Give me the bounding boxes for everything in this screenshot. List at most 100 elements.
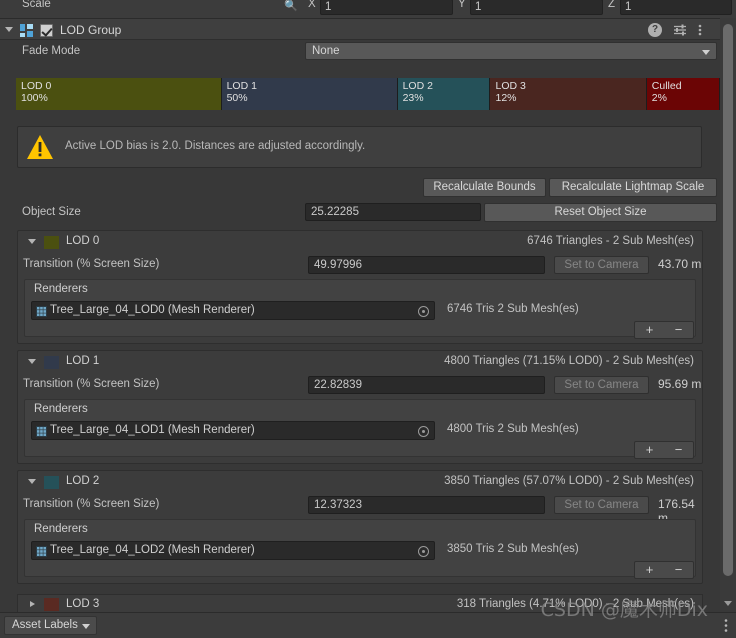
fade-mode-dropdown[interactable]: None (305, 42, 717, 60)
lod-bar-segment-name: LOD 0 (21, 80, 52, 92)
preset-sliders-icon[interactable] (673, 23, 687, 37)
lod-block-header[interactable]: LOD 2 3850 Triangles (57.07% LOD0) - 2 Su… (18, 471, 702, 493)
remove-renderer-button[interactable]: − (664, 322, 693, 338)
fade-mode-value: None (312, 45, 340, 57)
reset-object-size-button[interactable]: Reset Object Size (484, 203, 717, 222)
help-icon[interactable]: ? (648, 23, 662, 37)
chevron-down-icon (81, 624, 90, 629)
remove-renderer-button[interactable]: − (664, 442, 693, 458)
add-renderer-button[interactable]: + (635, 562, 664, 578)
component-title: LOD Group (60, 23, 122, 37)
lod-bar-segment-4[interactable]: Culled 2% (646, 78, 720, 110)
renderer-row: Tree_Large_04_LOD1 (Mesh Renderer) 4800 T… (31, 421, 691, 441)
lod-block-header[interactable]: LOD 0 6746 Triangles - 2 Sub Mesh(es) (18, 231, 702, 253)
renderers-label: Renderers (34, 403, 88, 415)
scroll-down-icon[interactable] (724, 601, 732, 606)
renderer-row: Tree_Large_04_LOD2 (Mesh Renderer) 3850 T… (31, 541, 691, 561)
scale-label: Scale (22, 0, 51, 10)
lod-block-header[interactable]: LOD 1 4800 Triangles (71.15% LOD0) - 2 Su… (18, 351, 702, 373)
lod-bar-segment-name: Culled (651, 80, 682, 92)
set-to-camera-button[interactable]: Set to Camera (554, 256, 649, 274)
set-to-camera-button[interactable]: Set to Camera (554, 376, 649, 394)
renderer-object-field[interactable]: Tree_Large_04_LOD1 (Mesh Renderer) (31, 421, 435, 440)
add-remove-renderer-controls[interactable]: + − (634, 561, 694, 579)
renderer-meta: 6746 Tris 2 Sub Mesh(es) (447, 303, 579, 315)
remove-renderer-button[interactable]: − (664, 562, 693, 578)
lod-bar-segment-name: LOD 1 (226, 80, 257, 92)
mesh-renderer-icon (36, 306, 47, 317)
transition-input[interactable]: 12.37323 (308, 496, 545, 514)
transition-input[interactable]: 49.97996 (308, 256, 545, 274)
chevron-down-icon[interactable] (5, 27, 13, 32)
renderers-label: Renderers (34, 523, 88, 535)
chevron-down-icon (702, 50, 710, 55)
lod-block-0: LOD 0 6746 Triangles - 2 Sub Mesh(es) Tran… (17, 230, 703, 344)
transition-label: Transition (% Screen Size) (23, 378, 160, 390)
lod-color-swatch (44, 236, 59, 249)
lod-color-swatch (44, 598, 59, 611)
fade-mode-label: Fade Mode (22, 45, 81, 57)
set-to-camera-button[interactable]: Set to Camera (554, 496, 649, 514)
lod-distribution-bar[interactable]: LOD 0 100% LOD 1 50% LOD 2 23% LOD 3 12% Culled 2… (16, 78, 720, 110)
transition-label: Transition (% Screen Size) (23, 498, 160, 510)
lod-color-swatch (44, 476, 59, 489)
object-size-input[interactable]: 25.22285 (305, 203, 481, 221)
renderer-object-field[interactable]: Tree_Large_04_LOD0 (Mesh Renderer) (31, 301, 435, 320)
renderer-object-field[interactable]: Tree_Large_04_LOD2 (Mesh Renderer) (31, 541, 435, 560)
chevron-down-icon[interactable] (28, 359, 36, 364)
kebab-menu-icon[interactable] (698, 23, 712, 37)
lod-group-body: Fade Mode None LOD 0 100% LOD 1 50% LOD 2 23%… (0, 40, 720, 610)
watermark: CSDN @魔木师Dix (540, 599, 708, 621)
component-enabled-checkbox[interactable] (40, 24, 53, 37)
add-renderer-button[interactable]: + (635, 442, 664, 458)
magnifier-icon[interactable]: 🔍 (284, 0, 298, 12)
lod-color-swatch (44, 356, 59, 369)
chevron-down-icon[interactable] (28, 479, 36, 484)
object-picker-icon[interactable] (418, 306, 429, 317)
inspector-window: Scale 🔍 X 1 Y 1 Z 1 LOD Group ? Fade Mod… (0, 0, 736, 638)
scale-row: Scale 🔍 X 1 Y 1 Z 1 (0, 0, 736, 18)
renderer-name: Tree_Large_04_LOD2 (Mesh Renderer) (50, 544, 255, 556)
vertical-scrollbar[interactable] (720, 18, 736, 610)
lod-bar-segment-percent: 100% (21, 92, 48, 104)
renderers-label: Renderers (34, 283, 88, 295)
warning-triangle-icon (26, 134, 54, 160)
lod-3-name: LOD 3 (66, 598, 100, 610)
asset-labels-button[interactable]: Asset Labels (4, 616, 97, 635)
lod-name: LOD 1 (66, 355, 100, 367)
add-renderer-button[interactable]: + (635, 322, 664, 338)
scale-y-label: Y (458, 0, 466, 10)
transition-input[interactable]: 22.82839 (308, 376, 545, 394)
kebab-menu-icon[interactable] (724, 618, 728, 636)
renderer-row: Tree_Large_04_LOD0 (Mesh Renderer) 6746 T… (31, 301, 691, 321)
lod-bar-segment-percent: 50% (226, 92, 248, 104)
lod-bar-segment-0[interactable]: LOD 0 100% (16, 78, 222, 110)
scrollbar-thumb[interactable] (723, 24, 733, 576)
lod-group-component-header[interactable]: LOD Group ? (0, 18, 736, 40)
scale-z-input[interactable]: 1 (620, 0, 732, 15)
lod-bar-segment-name: LOD 2 (402, 80, 433, 92)
object-picker-icon[interactable] (418, 546, 429, 557)
add-remove-renderer-controls[interactable]: + − (634, 441, 694, 459)
header-icon-group: ? (648, 23, 712, 37)
lod-distance: 43.70 m (658, 257, 702, 271)
lod-stats: 4800 Triangles (71.15% LOD0) - 2 Sub Mes… (444, 355, 694, 367)
object-size-label: Object Size (22, 206, 81, 218)
scale-x-input[interactable]: 1 (320, 0, 453, 15)
chevron-down-icon[interactable] (28, 239, 36, 244)
lod-group-icon (20, 24, 33, 37)
lod-bias-warning: Active LOD bias is 2.0. Distances are ad… (17, 126, 702, 168)
lod-bar-segment-3[interactable]: LOD 3 12% (490, 78, 647, 110)
lod-name: LOD 0 (66, 235, 100, 247)
renderers-box: Renderers Tree_Large_04_LOD0 (Mesh Render… (24, 279, 696, 337)
recalculate-lightmap-scale-button[interactable]: Recalculate Lightmap Scale (549, 178, 717, 197)
chevron-right-icon[interactable] (30, 601, 35, 607)
lod-bar-segment-1[interactable]: LOD 1 50% (221, 78, 398, 110)
scale-y-input[interactable]: 1 (470, 0, 603, 15)
lod-stats: 3850 Triangles (57.07% LOD0) - 2 Sub Mes… (444, 475, 694, 487)
add-remove-renderer-controls[interactable]: + − (634, 321, 694, 339)
lod-bar-segment-percent: 12% (495, 92, 517, 104)
lod-bar-segment-2[interactable]: LOD 2 23% (397, 78, 491, 110)
object-picker-icon[interactable] (418, 426, 429, 437)
recalculate-bounds-button[interactable]: Recalculate Bounds (423, 178, 546, 197)
